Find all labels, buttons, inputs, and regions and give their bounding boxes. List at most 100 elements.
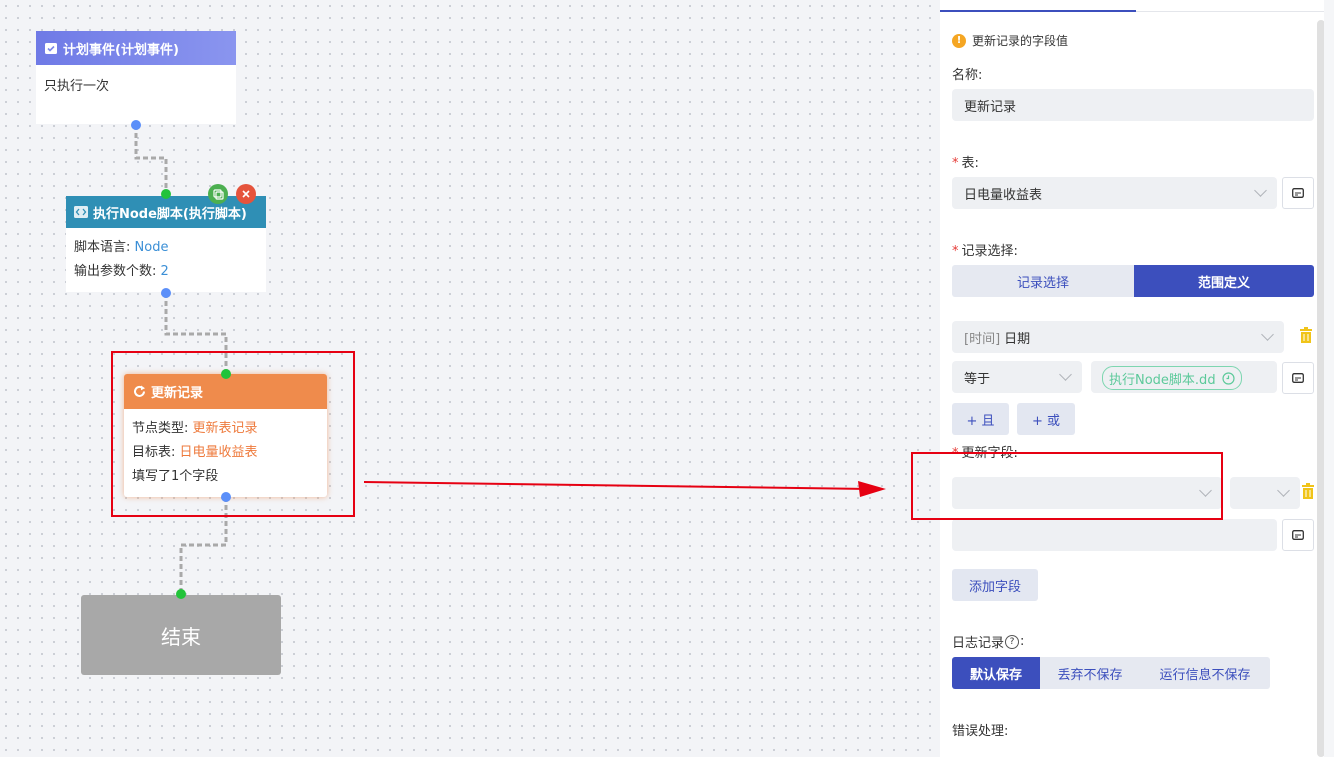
calendar-check-icon	[44, 41, 58, 55]
panel-tab-indicator	[940, 10, 1136, 12]
add-field-button[interactable]: 添加字段	[952, 569, 1038, 601]
table-label: 表:	[961, 156, 979, 171]
update-field-value-input[interactable]	[952, 519, 1277, 551]
script-node-title: 执行Node脚本(执行脚本)	[93, 206, 247, 222]
log-discard[interactable]: 丢弃不保存	[1040, 657, 1140, 689]
condition-detail-button[interactable]	[1282, 362, 1314, 394]
arrow-line	[363, 481, 871, 490]
script-node-body: 脚本语言: Node 输出参数个数: 2	[66, 228, 266, 294]
script-input-port[interactable]	[161, 189, 171, 199]
name-label: 名称:	[952, 68, 983, 83]
chevron-down-icon	[1277, 484, 1290, 497]
or-button[interactable]: + 或	[1017, 403, 1075, 435]
script-outputs-row: 输出参数个数: 2	[74, 260, 258, 284]
table-detail-button[interactable]	[1282, 177, 1314, 209]
card-icon	[1292, 530, 1304, 540]
record-label-row: * 记录选择:	[952, 240, 1018, 259]
help-icon[interactable]: ?	[1005, 634, 1020, 649]
update-field-mode-select[interactable]	[1230, 477, 1300, 509]
update-table-value: 日电量收益表	[179, 445, 258, 460]
record-mode-toggle: 记录选择 范围定义	[952, 265, 1314, 297]
record-select-tab[interactable]: 记录选择	[952, 265, 1134, 297]
update-table-label: 目标表:	[132, 445, 180, 460]
trash-icon[interactable]	[1299, 327, 1313, 343]
name-input-value: 更新记录	[964, 99, 1017, 115]
warning-text: 更新记录的字段值	[972, 34, 1069, 48]
script-outputs-value: 2	[160, 264, 169, 279]
clock-icon	[1221, 371, 1235, 385]
condition-field-select[interactable]: [时间] 日期	[952, 321, 1284, 353]
update-node-title: 更新记录	[151, 386, 204, 401]
log-label-row: 日志记录 ? :	[952, 632, 1024, 651]
log-no-runtime-info[interactable]: 运行信息不保存	[1140, 657, 1270, 689]
flow-canvas[interactable]: 计划事件(计划事件) 只执行一次 执行Node脚本(执行脚本) 脚本语言: No…	[0, 0, 940, 757]
chevron-down-icon	[1254, 184, 1267, 197]
update-node-header: 更新记录	[124, 374, 327, 409]
condition-field-value: 日期	[1004, 331, 1031, 347]
table-select-value: 日电量收益表	[964, 187, 1043, 203]
update-table-row: 目标表: 日电量收益表	[132, 441, 319, 465]
error-handling-label: 错误处理:	[952, 724, 1009, 739]
refresh-icon	[132, 385, 146, 399]
copy-node-button[interactable]	[208, 184, 228, 204]
condition-field-prefix: [时间]	[964, 331, 1001, 347]
trash-icon[interactable]	[1301, 483, 1315, 499]
update-record-node[interactable]: 更新记录 节点类型: 更新表记录 目标表: 日电量收益表 填写了1个字段	[124, 374, 327, 497]
copy-icon	[212, 188, 224, 200]
variable-tag[interactable]: 执行Node脚本.dd	[1102, 366, 1242, 390]
script-lang-value: Node	[134, 240, 169, 255]
log-label: 日志记录	[952, 636, 1005, 651]
properties-panel: ! 更新记录的字段值 名称: 更新记录 * 表: 日电量收益表 * 记录选择: 记录…	[940, 0, 1324, 757]
update-node-body: 节点类型: 更新表记录 目标表: 日电量收益表 填写了1个字段	[124, 409, 327, 499]
card-icon	[1292, 188, 1304, 198]
chevron-down-icon	[1059, 368, 1072, 381]
condition-operator-select[interactable]: 等于	[952, 361, 1082, 393]
condition-operator-value: 等于	[964, 371, 991, 387]
log-default-save[interactable]: 默认保存	[952, 657, 1040, 689]
card-icon	[1292, 373, 1304, 383]
end-node-label: 结束	[161, 624, 201, 649]
schedule-node-body: 只执行一次	[44, 79, 110, 94]
update-filled-text: 填写了1个字段	[132, 469, 219, 484]
log-label-colon: :	[1020, 634, 1025, 649]
update-type-row: 节点类型: 更新表记录	[132, 417, 319, 441]
table-label-row: * 表:	[952, 152, 979, 171]
highlight-box-fields	[911, 452, 1223, 520]
update-type-label: 节点类型:	[132, 421, 193, 436]
warning-icon: !	[952, 33, 966, 48]
delete-node-button[interactable]	[236, 184, 256, 204]
name-input[interactable]: 更新记录	[952, 89, 1314, 121]
arrow-head	[858, 481, 886, 497]
variable-tag-text: 执行Node脚本.dd	[1109, 372, 1216, 388]
end-input-port[interactable]	[176, 589, 186, 599]
code-icon	[74, 205, 88, 219]
range-define-tab[interactable]: 范围定义	[1134, 265, 1314, 297]
table-select[interactable]: 日电量收益表	[952, 177, 1277, 209]
update-input-port[interactable]	[221, 369, 231, 379]
required-mark: *	[952, 244, 959, 259]
schedule-node-title: 计划事件(计划事件)	[63, 42, 179, 58]
schedule-output-port[interactable]	[131, 120, 141, 130]
script-lang-label: 脚本语言:	[74, 240, 135, 255]
panel-scrollbar[interactable]	[1317, 20, 1324, 757]
end-node[interactable]: 结束	[81, 595, 281, 675]
update-output-port[interactable]	[221, 492, 231, 502]
record-label: 记录选择:	[961, 244, 1018, 259]
connector-1	[134, 125, 168, 194]
update-type-value: 更新表记录	[192, 421, 258, 436]
schedule-event-node[interactable]: 计划事件(计划事件) 只执行一次	[36, 31, 236, 124]
update-value-detail-button[interactable]	[1282, 519, 1314, 551]
script-outputs-label: 输出参数个数:	[74, 264, 161, 279]
required-mark: *	[952, 156, 959, 171]
chevron-down-icon	[1261, 328, 1274, 341]
script-lang-row: 脚本语言: Node	[74, 236, 258, 260]
script-output-port[interactable]	[161, 288, 171, 298]
and-button[interactable]: + 且	[952, 403, 1009, 435]
schedule-node-header: 计划事件(计划事件)	[36, 31, 236, 65]
close-icon	[242, 190, 250, 198]
script-node[interactable]: 执行Node脚本(执行脚本) 脚本语言: Node 输出参数个数: 2	[66, 196, 266, 292]
log-mode-toggle: 默认保存 丢弃不保存 运行信息不保存	[952, 657, 1270, 689]
warning-row: ! 更新记录的字段值	[952, 32, 1068, 49]
panel-tab-divider	[1136, 11, 1324, 12]
script-node-header: 执行Node脚本(执行脚本)	[66, 196, 266, 228]
